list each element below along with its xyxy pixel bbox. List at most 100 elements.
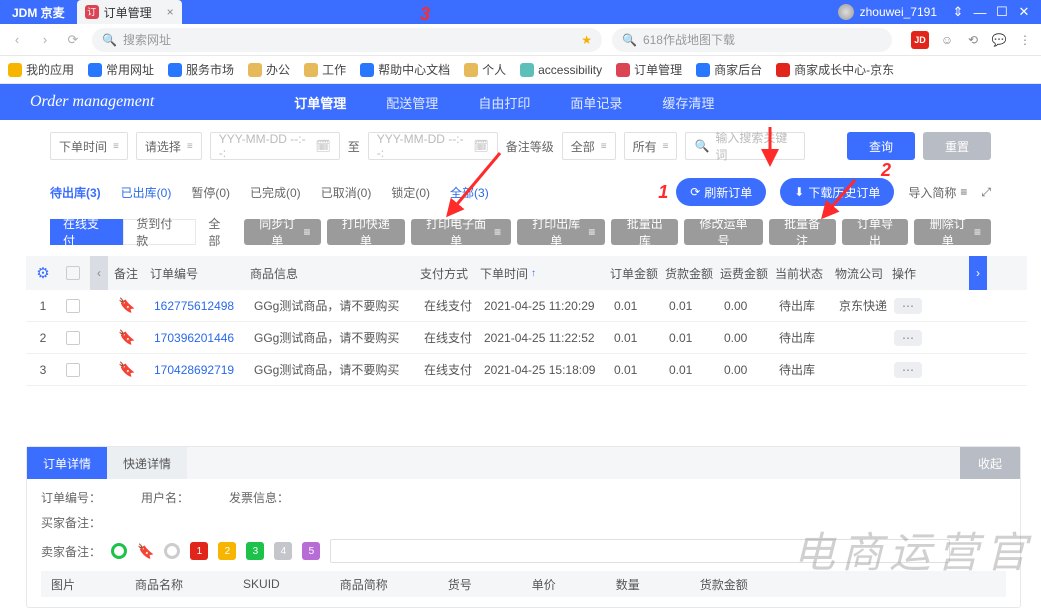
detail-tab-order[interactable]: 订单详情: [27, 447, 107, 479]
mini-search[interactable]: 🔍 618作战地图下载: [612, 28, 892, 52]
table-row[interactable]: 2🔖170396201446GGg测试商品，请不要购买在线支付2021-04-2…: [26, 322, 1027, 354]
download-history-button[interactable]: ⬇下载历史订单: [780, 178, 894, 206]
print-outbound-button[interactable]: 打印出库单≡: [517, 219, 605, 245]
browser-tab[interactable]: 订 订单管理 ×: [77, 0, 182, 24]
bookmark-icon[interactable]: 🔖: [118, 361, 135, 378]
print-ewaybill-button[interactable]: 打印电子面单≡: [411, 219, 511, 245]
chat-icon[interactable]: 💬: [991, 32, 1007, 48]
order-link[interactable]: 162775612498: [154, 299, 234, 313]
th-time[interactable]: 下单时间↑: [474, 265, 604, 282]
subtab-all[interactable]: 全部: [196, 219, 244, 245]
back-icon[interactable]: ‹: [8, 31, 26, 49]
bulk-note-button[interactable]: 批量备注: [769, 219, 836, 245]
bookmark-item[interactable]: 办公: [248, 61, 290, 78]
keyword-input[interactable]: 🔍输入搜索关键词: [685, 132, 805, 160]
more-icon[interactable]: ⋮: [1017, 32, 1033, 48]
reset-button[interactable]: 重置: [923, 132, 991, 160]
drag-icon[interactable]: ⇕: [947, 1, 969, 23]
time-type-select[interactable]: 下单时间≡: [50, 132, 128, 160]
status-tab-locked[interactable]: 锁定(0): [391, 184, 430, 201]
reload-icon[interactable]: ⟳: [64, 31, 82, 49]
tag-3[interactable]: 3: [246, 542, 264, 560]
print-express-button[interactable]: 打印快递单: [327, 219, 406, 245]
bookmark-item[interactable]: 商家成长中心-京东: [776, 61, 894, 78]
order-link[interactable]: 170428692719: [154, 363, 234, 377]
refresh-icon: ⟳: [690, 185, 700, 199]
url-search[interactable]: 🔍 搜索网址 ★: [92, 28, 602, 52]
bookmark-icon[interactable]: 🔖: [118, 329, 135, 346]
table-row[interactable]: 3🔖170428692719GGg测试商品，请不要购买在线支付2021-04-2…: [26, 354, 1027, 386]
all-select[interactable]: 所有≡: [624, 132, 678, 160]
import-alias-link[interactable]: 导入简称≡: [908, 184, 967, 201]
tag-5[interactable]: 5: [302, 542, 320, 560]
bookmark-item[interactable]: 常用网址: [88, 61, 154, 78]
bars-icon: ≡: [494, 225, 501, 239]
edit-waybill-button[interactable]: 修改运单号: [684, 219, 763, 245]
status-tab-done[interactable]: 已完成(0): [250, 184, 301, 201]
bookmark-item[interactable]: 帮助中心文档: [360, 61, 450, 78]
tag-1[interactable]: 1: [190, 542, 208, 560]
gear-icon[interactable]: ⚙: [36, 264, 49, 282]
select-all-checkbox[interactable]: [66, 266, 80, 280]
delete-order-button[interactable]: 删除订单≡: [914, 219, 991, 245]
bookmark-item[interactable]: 服务市场: [168, 61, 234, 78]
user-avatar[interactable]: [838, 4, 854, 20]
query-button[interactable]: 查询: [847, 132, 915, 160]
status-tab-pending[interactable]: 待出库(3): [50, 184, 101, 201]
maximize-icon[interactable]: ☐: [991, 1, 1013, 23]
collapse-left-icon[interactable]: ‹: [90, 256, 108, 290]
nav-order-mgmt[interactable]: 订单管理: [294, 93, 346, 112]
tag-4[interactable]: 4: [274, 542, 292, 560]
row-checkbox[interactable]: [66, 299, 80, 313]
headset-icon[interactable]: ☺: [939, 32, 955, 48]
tag-ring-grey[interactable]: [164, 543, 180, 559]
minimize-icon[interactable]: —: [969, 1, 991, 23]
row-checkbox[interactable]: [66, 363, 80, 377]
username[interactable]: zhouwei_7191: [860, 5, 937, 19]
nav-cache[interactable]: 缓存清理: [662, 93, 714, 112]
refresh-orders-button[interactable]: ⟳刷新订单: [676, 178, 766, 206]
forward-icon[interactable]: ›: [36, 31, 54, 49]
row-more-icon[interactable]: ⋯: [894, 298, 922, 314]
bookmark-item[interactable]: 个人: [464, 61, 506, 78]
detail-tab-express[interactable]: 快递详情: [107, 447, 187, 479]
bookmark-item[interactable]: 工作: [304, 61, 346, 78]
status-tab-all[interactable]: 全部(3): [450, 184, 489, 201]
date-to-input[interactable]: YYY-MM-DD --:--:🗓: [368, 132, 498, 160]
nav-print[interactable]: 自由打印: [478, 93, 530, 112]
bookmark-item[interactable]: accessibility: [520, 63, 602, 77]
row-more-icon[interactable]: ⋯: [894, 330, 922, 346]
close-icon[interactable]: ×: [167, 5, 174, 19]
bookmark-icon[interactable]: 🔖: [137, 543, 154, 560]
tag-2[interactable]: 2: [218, 542, 236, 560]
subtab-online[interactable]: 在线支付: [50, 219, 123, 245]
collapse-right-icon[interactable]: ›: [969, 256, 987, 290]
tag-ring-green[interactable]: [111, 543, 127, 559]
close-window-icon[interactable]: ✕: [1013, 1, 1035, 23]
generic-select[interactable]: 请选择≡: [136, 132, 202, 160]
sync-orders-button[interactable]: 同步订单≡: [244, 219, 321, 245]
subtab-cod[interactable]: 货到付款: [123, 219, 196, 245]
status-tab-cancel[interactable]: 已取消(0): [321, 184, 372, 201]
refresh-icon[interactable]: ⟲: [965, 32, 981, 48]
export-button[interactable]: 订单导出: [842, 219, 909, 245]
collapse-button[interactable]: 收起: [960, 447, 1020, 479]
status-tab-paused[interactable]: 暂停(0): [191, 184, 230, 201]
bookmark-item[interactable]: 商家后台: [696, 61, 762, 78]
row-more-icon[interactable]: ⋯: [894, 362, 922, 378]
star-icon[interactable]: ★: [581, 33, 592, 47]
order-link[interactable]: 170396201446: [154, 331, 234, 345]
note-level-select[interactable]: 全部≡: [562, 132, 616, 160]
expand-icon[interactable]: ⤢: [981, 185, 991, 200]
bookmark-item[interactable]: 我的应用: [8, 61, 74, 78]
status-tab-shipped[interactable]: 已出库(0): [121, 184, 172, 201]
jd-badge[interactable]: JD: [911, 31, 929, 49]
row-checkbox[interactable]: [66, 331, 80, 345]
bookmark-item[interactable]: 订单管理: [616, 61, 682, 78]
bulk-outbound-button[interactable]: 批量出库: [611, 219, 678, 245]
nav-delivery[interactable]: 配送管理: [386, 93, 438, 112]
nav-records[interactable]: 面单记录: [570, 93, 622, 112]
table-row[interactable]: 1🔖162775612498GGg测试商品，请不要购买在线支付2021-04-2…: [26, 290, 1027, 322]
date-from-input[interactable]: YYY-MM-DD --:--:🗓: [210, 132, 340, 160]
bookmark-icon[interactable]: 🔖: [118, 297, 135, 314]
